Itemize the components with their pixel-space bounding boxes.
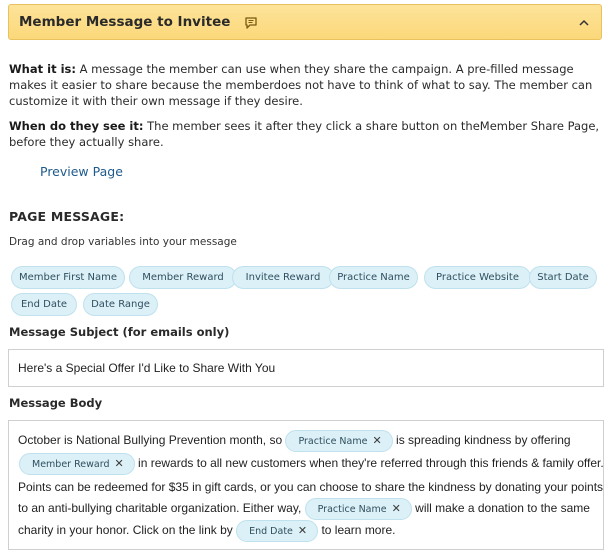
what-it-is-text: A message the member can use when they s… [9, 62, 593, 108]
close-icon[interactable]: ✕ [298, 524, 307, 537]
inline-chip-practice-name[interactable]: Practice Name ✕ [285, 430, 393, 452]
close-icon[interactable]: ✕ [392, 502, 401, 515]
body-text: to learn more. [321, 523, 396, 538]
variable-chip-start-date[interactable]: Start Date [529, 266, 597, 289]
message-body-line: to an anti-bullying charitable organizat… [18, 498, 590, 520]
section-title: Member Message to Invitee [19, 14, 231, 30]
chip-label: End Date [249, 526, 293, 537]
message-subject-input[interactable]: Here's a Special Offer I'd Like to Share… [8, 349, 604, 387]
variable-chip-date-range[interactable]: Date Range [83, 293, 158, 316]
body-text: charity in your honor. Click on the link… [18, 523, 237, 538]
close-icon[interactable]: ✕ [114, 457, 123, 470]
message-body-line: charity in your honor. Click on the link… [18, 520, 396, 542]
message-body-line: October is National Bullying Prevention … [18, 430, 571, 452]
section-header[interactable]: Member Message to Invitee [8, 4, 602, 40]
message-body-line: Member Reward ✕ in rewards to all new cus… [19, 453, 604, 475]
variable-chip-invitee-reward[interactable]: Invitee Reward [232, 266, 334, 289]
body-text: to an anti-bullying charitable organizat… [18, 501, 305, 516]
when-seen-description: When do they see it: The member sees it … [9, 118, 605, 150]
message-icon [244, 15, 258, 29]
variable-chip-practice-website[interactable]: Practice Website [424, 266, 531, 289]
preview-page-link[interactable]: Preview Page [40, 164, 123, 179]
variable-chip-member-reward[interactable]: Member Reward [129, 266, 237, 289]
chip-label: Member Reward [32, 459, 110, 470]
body-text: will make a donation to the same [415, 501, 590, 516]
body-text: October is National Bullying Prevention … [18, 433, 286, 448]
inline-chip-member-reward[interactable]: Member Reward ✕ [19, 453, 135, 475]
body-text: is spreading kindness by offering [396, 433, 571, 448]
body-text: in rewards to all new customers when the… [138, 456, 604, 471]
message-subject-label: Message Subject (for emails only) [9, 325, 230, 339]
what-it-is-label: What it is: [9, 62, 76, 76]
message-body-label: Message Body [9, 396, 103, 410]
when-seen-label: When do they see it: [9, 119, 144, 133]
chevron-up-icon[interactable] [577, 15, 591, 29]
what-it-is-description: What it is: A message the member can use… [9, 61, 605, 109]
close-icon[interactable]: ✕ [372, 434, 381, 447]
inline-chip-practice-name[interactable]: Practice Name ✕ [304, 498, 412, 520]
message-body-line: Points can be redeemed for $35 in gift c… [18, 480, 603, 494]
message-body-editor[interactable]: October is National Bullying Prevention … [8, 420, 604, 550]
variable-chip-practice-name[interactable]: Practice Name [329, 266, 418, 289]
variable-chip-end-date[interactable]: End Date [11, 293, 77, 316]
page-message-title: PAGE MESSAGE: [9, 209, 125, 224]
chip-label: Practice Name [317, 504, 387, 515]
inline-chip-end-date[interactable]: End Date ✕ [236, 520, 319, 542]
chip-label: Practice Name [298, 436, 368, 447]
variable-chip-member-first-name[interactable]: Member First Name [11, 266, 125, 289]
drag-drop-hint: Drag and drop variables into your messag… [9, 236, 237, 248]
body-text: Points can be redeemed for $35 in gift c… [18, 480, 604, 494]
